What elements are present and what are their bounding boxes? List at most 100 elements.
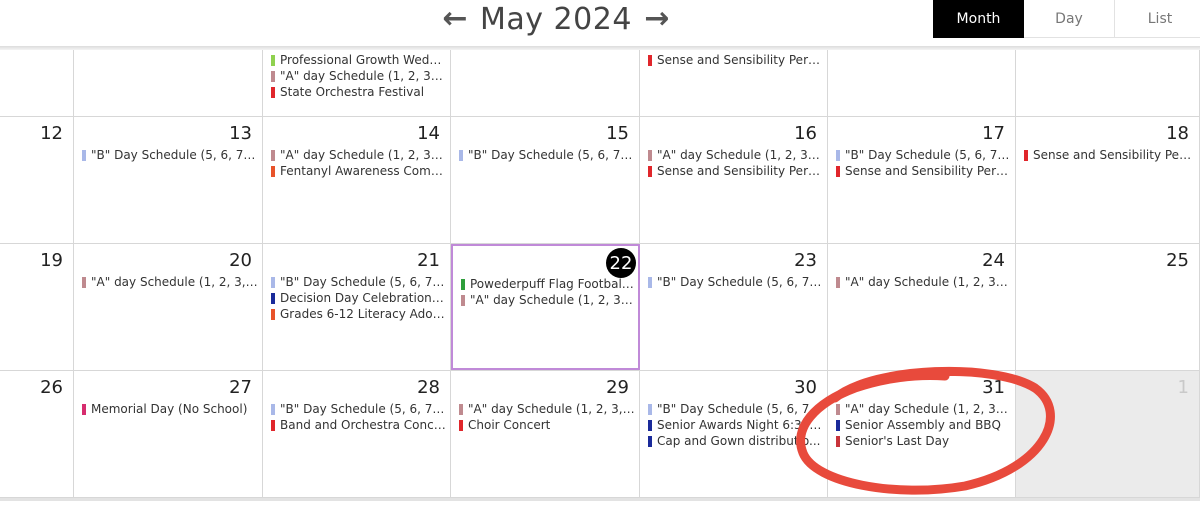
event-list: Professional Growth Wedne... "A" day Sche… (271, 52, 446, 100)
calendar-event[interactable]: Choir Concert (459, 417, 635, 433)
calendar-event[interactable]: "A" day Schedule (1, 2, 3, 4) (271, 147, 446, 163)
calendar-event[interactable]: "A" day Schedule (1, 2, 3, 4) (836, 274, 1011, 290)
arrow-right-icon[interactable]: → (642, 4, 672, 34)
day-cell[interactable]: 27 Memorial Day (No School) (74, 371, 263, 497)
calendar-event[interactable]: "A" day Schedule (1, 2, 3, 4) (459, 401, 635, 417)
event-color-marker (82, 149, 86, 161)
day-number[interactable]: 21 (417, 250, 440, 271)
day-number[interactable]: 26 (40, 377, 63, 398)
event-list: "B" Day Schedule (5, 6, 7, 8) (459, 147, 635, 163)
day-number[interactable]: 15 (606, 123, 629, 144)
calendar-event[interactable]: "B" Day Schedule (5, 6, 7, 8) (82, 147, 258, 163)
calendar-event[interactable]: Grades 6-12 Literacy Adopti... (271, 306, 446, 322)
event-title: Cap and Gown distributio... (657, 434, 821, 448)
calendar-event[interactable]: Band and Orchestra Concert (271, 417, 446, 433)
day-number[interactable]: 20 (229, 250, 252, 271)
day-number[interactable]: 23 (794, 250, 817, 271)
day-cell[interactable]: 12 (0, 117, 74, 243)
calendar-event[interactable]: Cap and Gown distributio... (648, 433, 823, 449)
arrow-left-icon[interactable]: ← (440, 4, 470, 34)
day-cell[interactable]: 14 "A" day Schedule (1, 2, 3, 4) Fentanyl … (263, 117, 451, 243)
view-list-button[interactable]: List (1115, 0, 1200, 38)
day-number[interactable]: 28 (417, 377, 440, 398)
calendar-event[interactable]: Fentanyl Awareness Comm... (271, 163, 446, 179)
day-number[interactable]: 18 (1166, 123, 1189, 144)
day-number[interactable]: 17 (982, 123, 1005, 144)
calendar-event[interactable]: Sense and Sensibility Perfor... (1024, 147, 1195, 163)
day-cell[interactable]: 29 "A" day Schedule (1, 2, 3, 4) Choir Con… (451, 371, 640, 497)
day-cell[interactable] (74, 50, 263, 116)
calendar-event[interactable]: "B" Day Schedule (5, 6, 7, 8) (271, 274, 446, 290)
day-cell-today[interactable]: 22 Powederpuff Flag Football 3... "A" day … (451, 244, 640, 370)
view-day-button[interactable]: Day (1024, 0, 1115, 38)
day-cell[interactable]: Sense and Sensibility Perfor... (640, 50, 828, 116)
calendar-event[interactable]: Senior Awards Night 6:30p... (648, 417, 823, 433)
day-number[interactable]: 1 (1178, 377, 1189, 398)
event-title: "A" day Schedule (1, 2, 3, 4) (845, 402, 1011, 416)
day-cell[interactable]: 1 (1016, 371, 1200, 497)
event-color-marker (648, 403, 652, 415)
day-cell[interactable]: 19 (0, 244, 74, 370)
day-number[interactable]: 12 (40, 123, 63, 144)
day-cell[interactable]: 24 "A" day Schedule (1, 2, 3, 4) (828, 244, 1016, 370)
calendar-event[interactable]: "B" Day Schedule (5, 6, 7, 8) (459, 147, 635, 163)
today-date-badge[interactable]: 22 (606, 248, 636, 278)
event-title: Senior's Last Day (845, 434, 950, 448)
event-list: "A" day Schedule (1, 2, 3, 4) Choir Conce… (459, 401, 635, 433)
event-title: State Orchestra Festival (280, 85, 425, 99)
day-cell[interactable]: 17 "B" Day Schedule (5, 6, 7, 8) Sense and… (828, 117, 1016, 243)
day-cell[interactable]: 31 "A" day Schedule (1, 2, 3, 4) Senior As… (828, 371, 1016, 497)
calendar-event[interactable]: "B" Day Schedule (5, 6, 7, 8) (271, 401, 446, 417)
day-number[interactable]: 14 (417, 123, 440, 144)
event-color-marker (836, 403, 840, 415)
day-number[interactable]: 31 (982, 377, 1005, 398)
day-number[interactable]: 24 (982, 250, 1005, 271)
calendar-event[interactable]: Professional Growth Wedne... (271, 52, 446, 68)
day-cell[interactable]: 25 (1016, 244, 1200, 370)
calendar-event[interactable]: State Orchestra Festival (271, 84, 446, 100)
day-number[interactable]: 13 (229, 123, 252, 144)
calendar-event[interactable]: Memorial Day (No School) (82, 401, 258, 417)
day-cell[interactable]: 26 (0, 371, 74, 497)
day-cell[interactable] (451, 50, 640, 116)
day-cell[interactable]: 15 "B" Day Schedule (5, 6, 7, 8) (451, 117, 640, 243)
day-number[interactable]: 19 (40, 250, 63, 271)
day-cell[interactable] (0, 50, 74, 116)
day-cell[interactable]: Professional Growth Wedne... "A" day Sche… (263, 50, 451, 116)
day-number[interactable]: 29 (606, 377, 629, 398)
calendar-event[interactable]: "A" day Schedule (1, 2, 3, 4) (82, 274, 258, 290)
day-cell[interactable]: 16 "A" day Schedule (1, 2, 3, 4) Sense and… (640, 117, 828, 243)
calendar-event[interactable]: "A" day Schedule (1, 2, 3, 4) (461, 292, 634, 308)
event-title: Professional Growth Wedne... (280, 53, 446, 67)
day-cell[interactable]: 23 "B" Day Schedule (5, 6, 7, 8) (640, 244, 828, 370)
day-number[interactable]: 16 (794, 123, 817, 144)
day-cell[interactable]: 30 "B" Day Schedule (5, 6, 7, 8) Senior Aw… (640, 371, 828, 497)
calendar-event[interactable]: "B" Day Schedule (5, 6, 7, 8) (836, 147, 1011, 163)
event-title: "B" Day Schedule (5, 6, 7, 8) (657, 402, 823, 416)
calendar-event[interactable]: Sense and Sensibility Perfor... (648, 52, 823, 68)
day-number[interactable]: 27 (229, 377, 252, 398)
day-cell[interactable] (1016, 50, 1200, 116)
calendar-event[interactable]: Sense and Sensibility Perfor... (648, 163, 823, 179)
day-cell[interactable]: 18 Sense and Sensibility Perfor... (1016, 117, 1200, 243)
calendar-event[interactable]: "A" day Schedule (1, 2, 3, 4) (271, 68, 446, 84)
day-cell[interactable]: 28 "B" Day Schedule (5, 6, 7, 8) Band and … (263, 371, 451, 497)
event-list: Memorial Day (No School) (82, 401, 258, 417)
day-cell[interactable]: 13 "B" Day Schedule (5, 6, 7, 8) (74, 117, 263, 243)
calendar-event[interactable]: "B" Day Schedule (5, 6, 7, 8) (648, 274, 823, 290)
day-cell[interactable] (828, 50, 1016, 116)
calendar-event[interactable]: "A" day Schedule (1, 2, 3, 4) (648, 147, 823, 163)
day-number[interactable]: 30 (794, 377, 817, 398)
day-cell[interactable]: 21 "B" Day Schedule (5, 6, 7, 8) Decision … (263, 244, 451, 370)
calendar-event[interactable]: Decision Day Celebration, M... (271, 290, 446, 306)
day-number[interactable]: 25 (1166, 250, 1189, 271)
calendar-event[interactable]: "A" day Schedule (1, 2, 3, 4) (836, 401, 1011, 417)
calendar-event[interactable]: Senior Assembly and BBQ (836, 417, 1011, 433)
calendar-event[interactable]: Sense and Sensibility Perfor... (836, 163, 1011, 179)
calendar-event[interactable]: Senior's Last Day (836, 433, 1011, 449)
calendar-event[interactable]: Powederpuff Flag Football 3... (461, 276, 634, 292)
view-month-button[interactable]: Month (933, 0, 1024, 38)
calendar-event[interactable]: "B" Day Schedule (5, 6, 7, 8) (648, 401, 823, 417)
event-color-marker (459, 419, 463, 431)
day-cell[interactable]: 20 "A" day Schedule (1, 2, 3, 4) (74, 244, 263, 370)
